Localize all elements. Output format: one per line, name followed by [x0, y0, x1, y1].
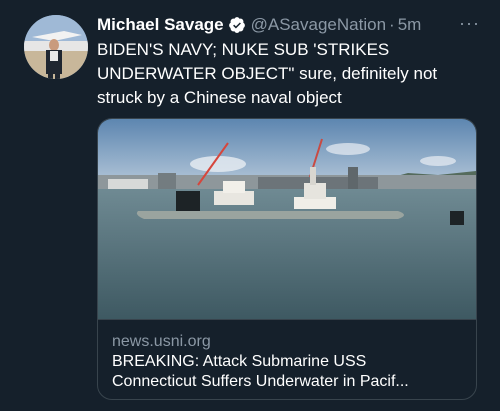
- separator-dot: ·: [389, 15, 395, 34]
- card-meta[interactable]: news.usni.org BREAKING: Attack Submarine…: [98, 319, 476, 392]
- card-image[interactable]: [98, 119, 476, 319]
- link-card[interactable]: news.usni.org BREAKING: Attack Submarine…: [97, 118, 477, 400]
- more-options-icon[interactable]: ···: [459, 14, 480, 32]
- card-domain: news.usni.org: [112, 333, 211, 350]
- author-handle[interactable]: @ASavageNation: [251, 15, 386, 35]
- tweet-header: Michael Savage @ASavageNation · 5m ···: [97, 14, 480, 36]
- timestamp[interactable]: 5m: [398, 15, 422, 35]
- avatar-photo: [24, 15, 88, 79]
- avatar[interactable]: [24, 15, 88, 79]
- card-title-line-2: Connecticut Suffers Underwater in Pacif.…: [112, 373, 409, 390]
- tweet-text: BIDEN'S NAVY; NUKE SUB 'STRIKES UNDERWAT…: [97, 40, 438, 107]
- card-title-line-1: BREAKING: Attack Submarine USS: [112, 353, 367, 370]
- verified-badge-icon: [228, 16, 246, 34]
- author-name[interactable]: Michael Savage: [97, 15, 224, 35]
- tweet[interactable]: Michael Savage @ASavageNation · 5m ··· B…: [0, 0, 500, 411]
